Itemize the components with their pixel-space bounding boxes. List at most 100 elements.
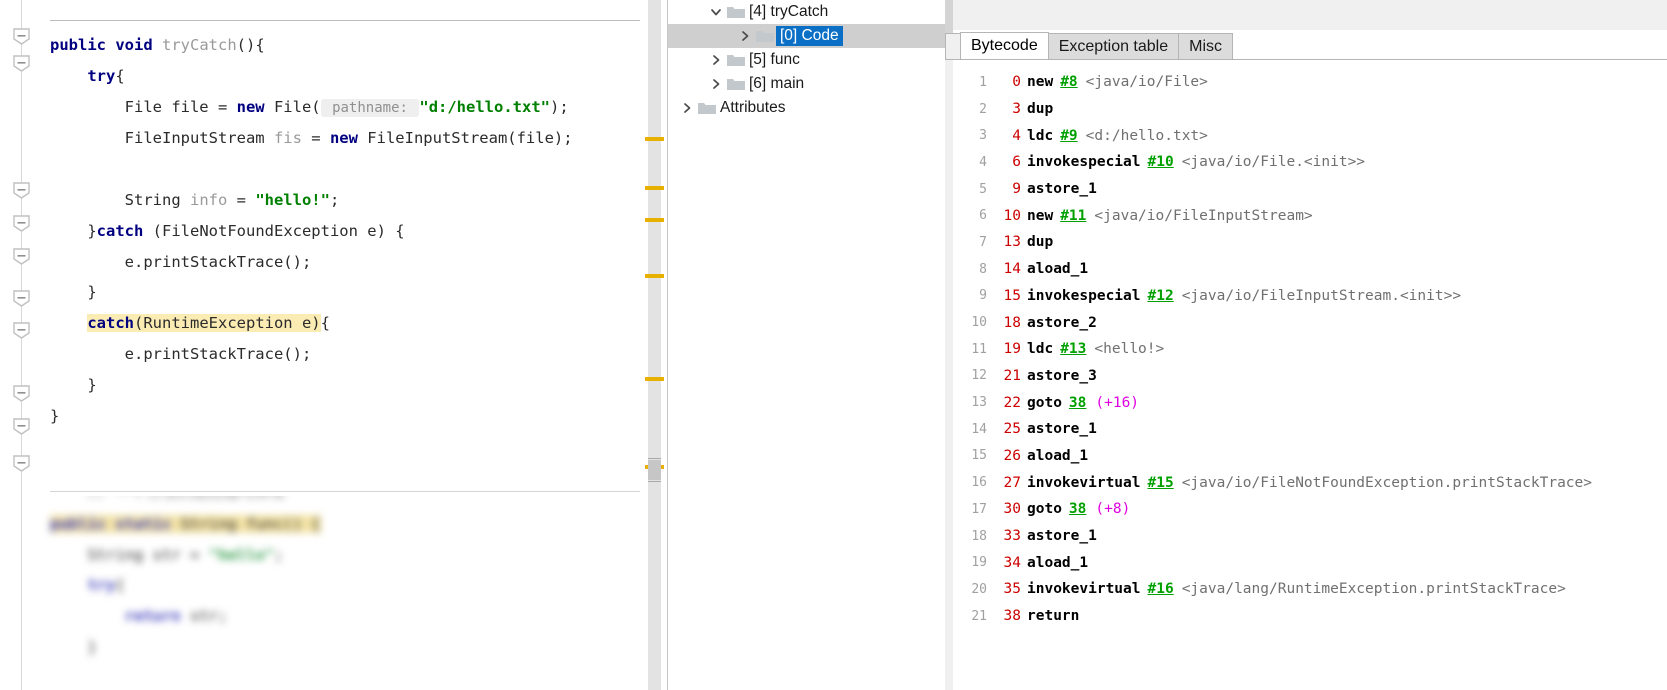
warning-marker[interactable] [645, 218, 664, 222]
code-token: try [87, 576, 116, 595]
tab-bytecode[interactable]: Bytecode [960, 32, 1049, 60]
bytecode-line-number: 16 [971, 475, 987, 491]
code-line: }catch (FileNotFoundException e) { [50, 222, 404, 240]
tab-exception-table[interactable]: Exception table [1047, 33, 1180, 60]
tab-misc[interactable]: Misc [1178, 33, 1234, 60]
code-line-content: try{ [87, 576, 124, 594]
code-line-content: FileInputStream fis = new FileInputStrea… [125, 129, 573, 147]
bytecode-mnemonic: dup [1027, 101, 1054, 118]
code-token: pathname: [320, 98, 420, 117]
code-fold-toggle-icon[interactable] [13, 418, 30, 435]
constant-pool-reference-link[interactable]: #13 [1060, 341, 1086, 357]
code-fold-toggle-icon[interactable] [13, 290, 30, 307]
code-fold-toggle-icon[interactable] [13, 215, 30, 232]
constant-pool-reference-link[interactable]: #10 [1148, 154, 1174, 170]
editor-gutter[interactable] [0, 0, 36, 690]
chevron-right-icon[interactable] [678, 99, 696, 117]
bytecode-instruction-row[interactable]: 9 15 invokespecial #12 <java/io/FileInputStr… [953, 283, 1667, 310]
bytecode-instruction-row[interactable]: 4 6 invokespecial #10 <java/io/File.<init>> [953, 149, 1667, 176]
bytecode-descriptor: <java/io/FileInputStream> [1094, 207, 1313, 224]
code-fold-toggle-icon[interactable] [13, 248, 30, 265]
bytecode-instruction-row[interactable]: 11 19 ldc #13 <hello!> [953, 336, 1667, 363]
warning-marker[interactable] [645, 377, 664, 381]
tree-item-0-code[interactable]: [0] Code [668, 24, 945, 48]
code-token: public [50, 36, 116, 54]
warning-marker[interactable] [645, 274, 664, 278]
branch-offset-delta: (+8) [1095, 501, 1131, 518]
bytecode-body[interactable]: 1 0 new #8 <java/io/File> 2 3 dup 3 4 ldc #9 <d:/hel… [945, 60, 1667, 690]
editor-marker-strip[interactable] [640, 0, 668, 690]
bytecode-mnemonic: astore_1 [1027, 528, 1097, 545]
bytecode-line-number: 4 [979, 154, 987, 170]
chevron-right-icon[interactable] [707, 75, 725, 93]
bytecode-instruction-row[interactable]: 12 21 astore_3 [953, 363, 1667, 390]
bytecode-instruction-row[interactable]: 17 30 goto 38 (+8) [953, 496, 1667, 523]
tree-item-6-main[interactable]: [6] main [668, 72, 945, 96]
bytecode-line-number: 3 [979, 128, 987, 144]
tree-item-label: Attributes [720, 99, 786, 116]
chevron-right-icon[interactable] [707, 51, 725, 69]
code-fold-toggle-icon[interactable] [13, 182, 30, 199]
constant-pool-reference-link[interactable]: #12 [1148, 288, 1174, 304]
chevron-right-icon[interactable] [736, 27, 754, 45]
tree-item-attributes[interactable]: Attributes [668, 96, 945, 120]
scrollbar-thumb-edge-top [648, 458, 661, 459]
bytecode-instruction-list[interactable]: 1 0 new #8 <java/io/File> 2 3 dup 3 4 ldc #9 <d:/hel… [953, 69, 1667, 629]
bytecode-instruction-row[interactable]: 8 14 aload_1 [953, 256, 1667, 283]
bytecode-offset: 14 [1003, 261, 1021, 278]
constant-pool-reference-link[interactable]: #8 [1060, 74, 1077, 90]
constant-pool-reference-link[interactable]: #9 [1060, 128, 1077, 144]
code-fold-toggle-icon[interactable] [13, 28, 30, 45]
code-fold-toggle-icon[interactable] [13, 385, 30, 402]
bytecode-instruction-row[interactable]: 16 27 invokevirtual #15 <java/io/FileNotFoun… [953, 469, 1667, 496]
bytecode-instruction-row[interactable]: 19 34 aload_1 [953, 549, 1667, 576]
code-line: } [50, 407, 59, 425]
bytecode-instruction-row[interactable]: 3 4 ldc #9 <d:/hello.txt> [953, 122, 1667, 149]
bytecode-instruction-row[interactable]: 10 18 astore_2 [953, 309, 1667, 336]
code-fold-toggle-icon[interactable] [13, 322, 30, 339]
constant-pool-reference-link[interactable]: #16 [1148, 581, 1174, 597]
bytecode-instruction-row[interactable]: 2 3 dup [953, 96, 1667, 123]
bytecode-instruction-row[interactable]: 1 0 new #8 <java/io/File> [953, 69, 1667, 96]
bytecode-instruction-row[interactable]: 21 38 return [953, 603, 1667, 630]
tree-item-5-func[interactable]: [5] func [668, 48, 945, 72]
bytecode-tab-strip[interactable]: Bytecode Exception table Misc [945, 30, 1234, 60]
scrollbar-track[interactable] [648, 0, 661, 690]
code-token: = [301, 129, 330, 148]
code-line-content: String str = "hello"; [87, 546, 283, 564]
code-line-content: e.printStackTrace(); [125, 345, 312, 363]
warning-marker[interactable] [645, 137, 664, 141]
code-fold-toggle-icon[interactable] [13, 55, 30, 72]
constant-pool-reference-link[interactable]: 38 [1069, 395, 1086, 411]
bytecode-instruction-row[interactable]: 13 22 goto 38 (+16) [953, 389, 1667, 416]
vertical-scrollbar-thumb[interactable] [648, 460, 661, 480]
code-token: "hello!" [255, 190, 330, 209]
bytecode-line-number: 21 [971, 608, 987, 624]
constant-pool-reference-link[interactable]: 38 [1069, 501, 1086, 517]
constant-pool-reference-link[interactable]: #15 [1148, 475, 1174, 491]
bytecode-instruction-row[interactable]: 7 13 dup [953, 229, 1667, 256]
code-token: } [87, 375, 97, 394]
bytecode-instruction-row[interactable]: 15 26 aload_1 [953, 443, 1667, 470]
bytecode-instruction-row[interactable]: 18 33 astore_1 [953, 523, 1667, 550]
structure-tree-pane[interactable]: [4] tryCatch [0] Code [5] func [6] main Attr… [668, 0, 945, 690]
tree-item-4-trycatch[interactable]: [4] tryCatch [668, 0, 945, 24]
bytecode-mnemonic: dup [1027, 234, 1054, 251]
bytecode-mnemonic: astore_2 [1027, 314, 1097, 331]
bytecode-instruction-row[interactable]: 14 25 astore_1 [953, 416, 1667, 443]
code-line: e.printStackTrace(); [50, 253, 312, 271]
bytecode-instruction-row[interactable]: 5 9 astore_1 [953, 176, 1667, 203]
warning-marker[interactable] [645, 186, 664, 190]
constant-pool-reference-link[interactable]: #11 [1060, 208, 1086, 224]
bytecode-mnemonic: invokespecial [1027, 287, 1141, 304]
bytecode-instruction-row[interactable]: 6 10 new #11 <java/io/FileInputStream> [953, 202, 1667, 229]
bytecode-gutter [945, 60, 953, 690]
code-token: new [329, 129, 368, 148]
bytecode-offset: 0 [1012, 74, 1021, 91]
chevron-down-icon[interactable] [707, 3, 725, 21]
bytecode-line-number: 7 [979, 234, 987, 250]
source-code[interactable]: public void tryCatch(){ try{ File file =… [50, 30, 573, 431]
bytecode-offset: 38 [1003, 608, 1021, 625]
bytecode-instruction-row[interactable]: 20 35 invokevirtual #16 <java/lang/RuntimeEx… [953, 576, 1667, 603]
code-fold-toggle-icon[interactable] [13, 455, 30, 472]
